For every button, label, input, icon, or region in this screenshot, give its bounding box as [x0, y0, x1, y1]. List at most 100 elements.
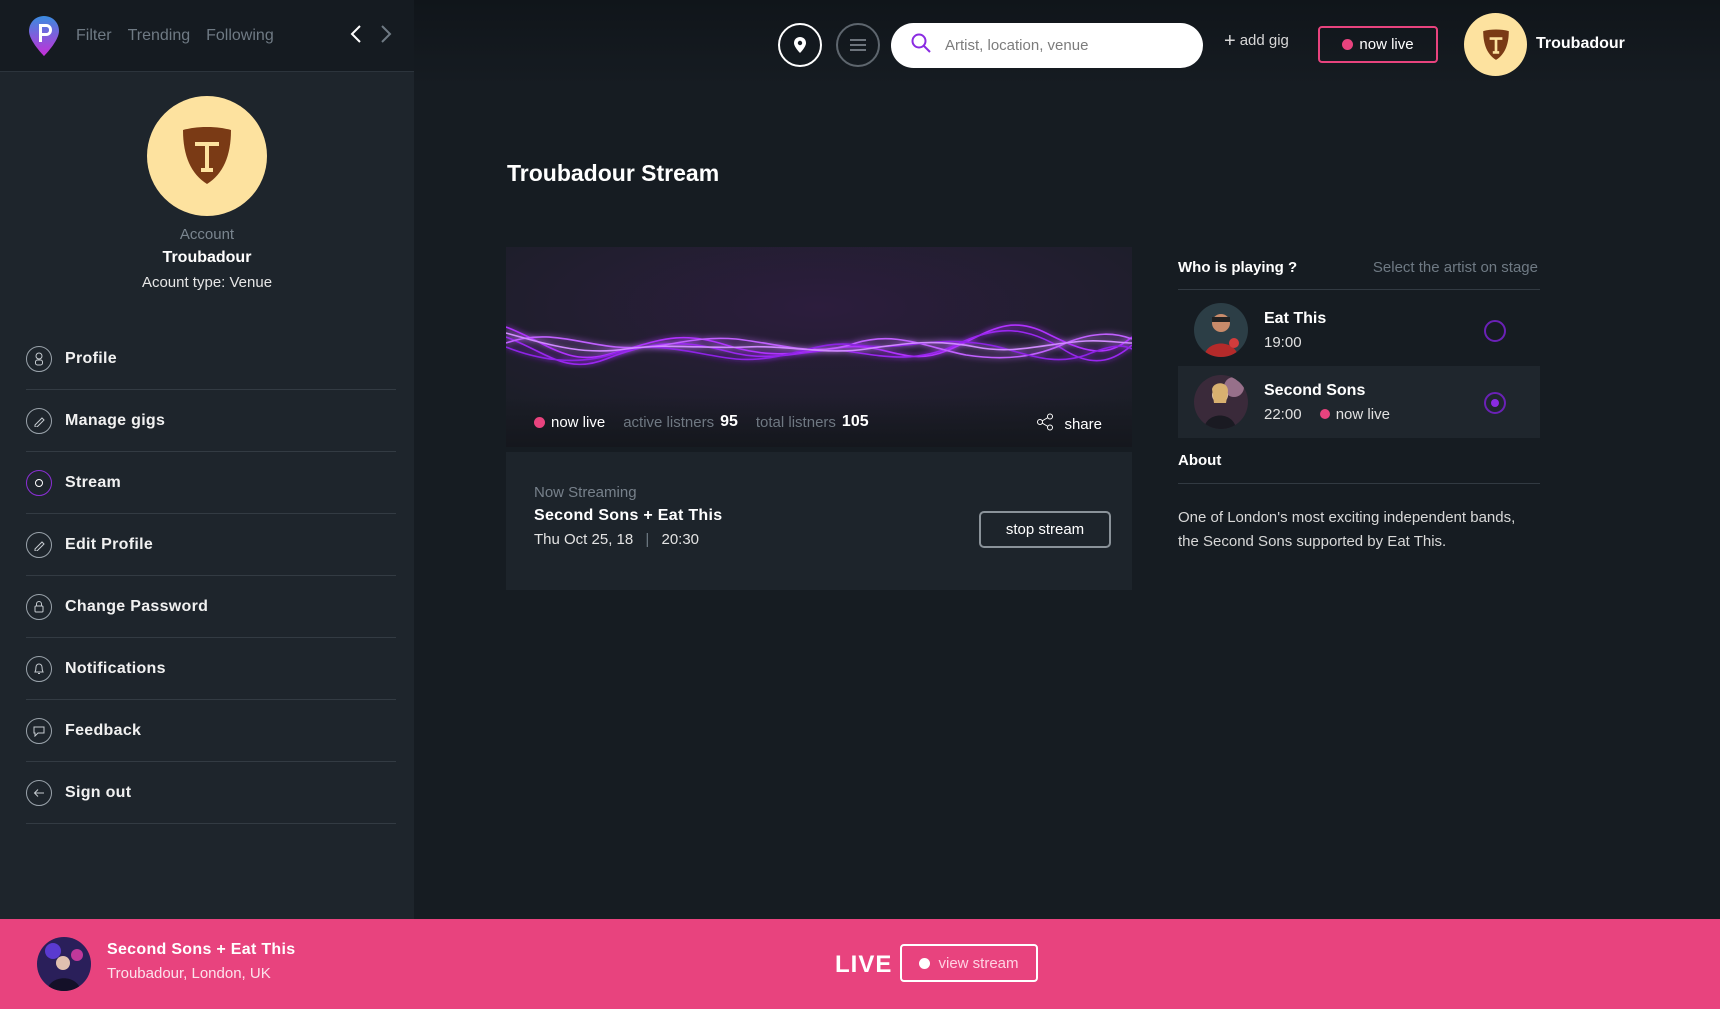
nav-following[interactable]: Following — [206, 27, 274, 45]
artist-time-status: 22:00 now live — [1264, 406, 1390, 423]
active-listeners-value: 95 — [720, 413, 738, 430]
sidebar: Filter Trending Following Account Trouba… — [0, 0, 414, 919]
divider: | — [645, 531, 650, 548]
chevron-right-icon[interactable] — [380, 24, 392, 49]
search-bar — [891, 23, 1203, 68]
sidebar-item-manage-gigs[interactable]: Manage gigs — [26, 390, 396, 452]
nav-trending[interactable]: Trending — [128, 27, 191, 45]
avatar[interactable] — [1464, 13, 1527, 76]
account-type: Acount type: Venue — [141, 274, 273, 291]
add-gig-label: add gig — [1239, 32, 1289, 49]
now-streaming-label: Now Streaming — [534, 484, 637, 501]
right-panel: Who is playing ? Select the artist on st… — [1178, 246, 1540, 554]
now-playing-title: Second Sons + Eat This — [107, 941, 296, 958]
top-header: +add gig now live Troubadour — [414, 0, 1720, 88]
radio-selected-dot — [1491, 399, 1499, 407]
account-panel: Account Troubadour Acount type: Venue — [0, 72, 414, 328]
who-is-playing-subtitle: Select the artist on stage — [1372, 259, 1538, 276]
total-listeners-value: 105 — [841, 413, 869, 430]
arrow-left-icon — [26, 779, 52, 806]
now-streaming-card: Now Streaming Second Sons + Eat This Thu… — [506, 452, 1132, 590]
sidebar-item-sign-out[interactable]: Sign out — [26, 762, 396, 824]
now-live-button[interactable]: now live — [1318, 26, 1438, 63]
stream-status: now live — [551, 413, 606, 431]
artist-avatar — [1194, 375, 1248, 429]
sidebar-item-notifications[interactable]: Notifications — [26, 638, 396, 700]
now-playing-thumbnail[interactable] — [37, 937, 91, 991]
active-listeners-label: active listners — [623, 413, 715, 431]
now-playing-bar: Second Sons + Eat This Troubadour, Londo… — [0, 919, 1720, 1009]
bell-icon — [26, 655, 52, 682]
nav-filter[interactable]: Filter — [76, 27, 112, 45]
artist-row-second-sons[interactable]: Second Sons 22:00 now live — [1178, 366, 1540, 438]
live-dot-icon — [534, 416, 545, 428]
stream-icon — [26, 469, 52, 496]
artist-name: Second Sons — [1264, 381, 1366, 399]
chevron-left-icon[interactable] — [350, 24, 362, 49]
artist-select-radio[interactable] — [1484, 320, 1506, 342]
sidebar-item-label: Profile — [65, 349, 117, 367]
lock-icon — [26, 593, 52, 620]
artist-status: now live — [1335, 405, 1390, 423]
share-label: share — [1064, 415, 1102, 433]
sidebar-item-label: Manage gigs — [65, 411, 166, 429]
chat-icon — [26, 717, 52, 744]
view-stream-button[interactable]: view stream — [900, 944, 1038, 982]
live-label: LIVE — [835, 951, 893, 978]
sidebar-item-label: Sign out — [65, 783, 132, 801]
location-pin-icon[interactable] — [778, 23, 822, 67]
total-listeners-label: total listners — [755, 413, 836, 431]
sidebar-item-label: Edit Profile — [65, 535, 154, 553]
account-label: Account — [179, 226, 235, 243]
pencil-icon — [26, 407, 52, 434]
plus-icon: + — [1224, 30, 1236, 52]
search-icon — [911, 33, 931, 58]
user-icon — [26, 345, 52, 372]
live-dot-icon — [1319, 408, 1330, 419]
sidebar-item-edit-profile[interactable]: Edit Profile — [26, 514, 396, 576]
pencil-icon — [26, 531, 52, 558]
app-logo-icon[interactable] — [26, 13, 62, 59]
artist-name: Eat This — [1264, 309, 1327, 327]
sidebar-item-label: Stream — [65, 473, 122, 491]
search-input[interactable] — [945, 37, 1185, 54]
sidebar-item-label: Notifications — [65, 659, 166, 677]
sidebar-menu: Profile Manage gigs Stream Edit Profile … — [26, 328, 396, 824]
page-title: Troubadour Stream — [507, 160, 720, 186]
live-dot-icon — [919, 957, 931, 969]
stream-visualizer: now live active listners 95 total listne… — [506, 247, 1132, 447]
about-title: About — [1178, 452, 1540, 484]
stream-stats: now live active listners 95 total listne… — [506, 397, 1132, 447]
artist-time: 19:00 — [1264, 333, 1302, 351]
stream-time: 20:30 — [661, 531, 700, 548]
who-is-playing-header: Who is playing ? Select the artist on st… — [1178, 246, 1540, 290]
now-streaming-datetime: Thu Oct 25, 18 | 20:30 — [534, 531, 699, 548]
sidebar-item-label: Feedback — [65, 721, 142, 739]
artist-time: 22:00 — [1264, 405, 1302, 423]
sidebar-item-label: Change Password — [65, 597, 209, 615]
live-dot-icon — [1342, 39, 1354, 50]
now-playing-subtitle: Troubadour, London, UK — [107, 965, 271, 982]
view-stream-label: view stream — [938, 954, 1019, 972]
now-live-label: now live — [1359, 36, 1414, 53]
sidebar-item-change-password[interactable]: Change Password — [26, 576, 396, 638]
stop-stream-button[interactable]: stop stream — [979, 511, 1111, 548]
share-button[interactable]: share — [1036, 413, 1102, 435]
now-streaming-title: Second Sons + Eat This — [534, 507, 723, 524]
artist-avatar — [1194, 303, 1248, 357]
who-is-playing-title: Who is playing ? — [1178, 259, 1298, 276]
artist-row-eat-this[interactable]: Eat This 19:00 — [1178, 294, 1540, 366]
artist-select-radio[interactable] — [1484, 392, 1506, 414]
sidebar-topbar: Filter Trending Following — [0, 0, 414, 72]
stream-date: Thu Oct 25, 18 — [534, 531, 634, 548]
venue-crest-icon — [147, 96, 267, 216]
add-gig-button[interactable]: + add gig — [1224, 30, 1289, 53]
sidebar-item-profile[interactable]: Profile — [26, 328, 396, 390]
hamburger-menu-icon[interactable] — [836, 23, 880, 67]
about-text: One of London's most exciting independen… — [1178, 509, 1516, 550]
sidebar-item-stream[interactable]: Stream — [26, 452, 396, 514]
share-icon — [1036, 413, 1054, 435]
account-name: Troubadour — [162, 249, 252, 266]
user-name[interactable]: Troubadour — [1536, 35, 1625, 53]
sidebar-item-feedback[interactable]: Feedback — [26, 700, 396, 762]
